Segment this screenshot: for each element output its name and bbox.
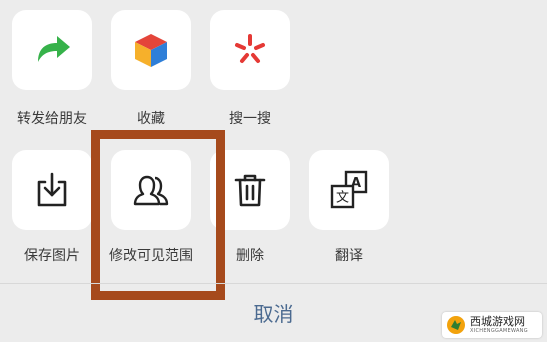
search-label: 搜一搜 [229,111,271,127]
translate-label: 翻译 [335,248,363,264]
translate-icon: A 文 [330,170,368,209]
trash-icon [234,174,266,207]
forward-to-friend-label: 转发给朋友 [17,111,87,127]
search-spark-icon [235,34,265,63]
watermark-title: 西城游戏网 [470,315,525,328]
highlight-frame [91,130,225,300]
forward-arrow-icon [38,36,70,62]
divider [0,283,547,284]
watermark-subtitle: XICHENGGAMEWANG [470,328,528,334]
collect-button[interactable] [111,10,191,90]
save-image-button[interactable] [12,150,92,230]
search-button[interactable] [210,10,290,90]
collect-label: 收藏 [137,111,165,127]
watermark-badge: 西城游戏网 XICHENGGAMEWANG [442,312,542,338]
forward-to-friend-button[interactable] [12,10,92,90]
svg-text:文: 文 [336,191,349,206]
save-image-icon [37,172,67,207]
watermark-logo-icon [447,316,465,334]
collect-cube-icon [135,34,167,67]
translate-button[interactable]: A 文 [309,150,389,230]
